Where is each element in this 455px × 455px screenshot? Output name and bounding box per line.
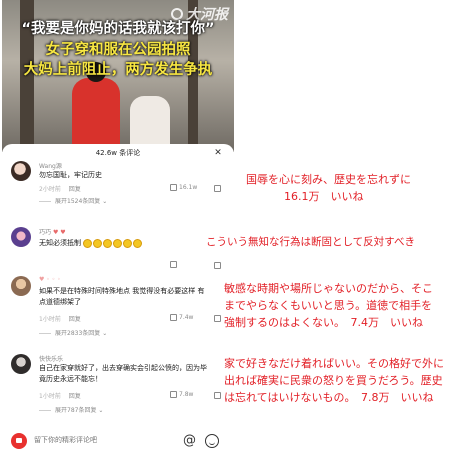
translation-2-line1: こういう無知な行為は断固として反対すべき [206, 236, 415, 248]
emoji-icon[interactable] [205, 434, 219, 448]
camera-icon[interactable] [11, 433, 27, 449]
thumbs-down-icon[interactable] [214, 185, 221, 192]
thumbs-up-icon [170, 391, 177, 398]
watermark-logo-icon [171, 8, 183, 20]
comment-meta: 1小时前 回复 [39, 391, 81, 400]
thumbs-down-icon[interactable] [214, 315, 221, 322]
translation-2: こういう無知な行為は断固として反対すべき [206, 234, 415, 251]
like-button[interactable]: 7.4w [170, 314, 193, 321]
like-count: 7.4w [179, 314, 194, 321]
avatar[interactable] [11, 354, 31, 374]
chevron-down-icon: ⌄ [102, 330, 108, 337]
chevron-down-icon: ⌄ [102, 198, 108, 205]
comment-time: 2小时前 [39, 186, 61, 193]
translation-3-line2: までやらなくもいいと思う。道徳で相手を [224, 299, 433, 312]
translation-1: 国辱を心に刻み、歴史を忘れずに 16.1万 いいね [246, 171, 411, 205]
thumbs-up-icon [170, 184, 177, 191]
avatar[interactable] [11, 227, 31, 247]
laughing-emoji-icons [83, 238, 143, 248]
translation-3: 敏感な時期や場所じゃないのだから、そこ までやらなくもいいと思う。道徳で相手を … [224, 280, 433, 331]
comment-username[interactable]: ♥ ◦ ◦ ◦ [39, 276, 61, 283]
comment-count-title: 42.6w 条评论 [95, 149, 141, 157]
expand-replies-label: 展开1524条回复 [55, 198, 101, 205]
expand-replies-label: 展开2833条回复 [55, 330, 101, 337]
chevron-down-icon: ⌄ [98, 407, 104, 414]
video-headline-1: 女子穿和服在公园拍照 [45, 42, 191, 58]
comment-time: 1小时前 [39, 316, 61, 323]
like-count: 7.8w [179, 391, 194, 398]
translation-1-line1: 国辱を心に刻み、歴史を忘れずに [246, 173, 411, 186]
comment-input-bar: @ [2, 425, 234, 455]
thumbs-up-icon [170, 314, 177, 321]
avatar[interactable] [11, 276, 31, 296]
reply-button[interactable]: 回复 [69, 186, 81, 193]
translation-1-line2: 16.1万 いいね [284, 190, 364, 203]
reply-button[interactable]: 回复 [69, 393, 81, 400]
comment-username[interactable]: 快快乐乐 [39, 354, 63, 363]
translation-3-line1: 敏感な時期や場所じゃないのだから、そこ [224, 282, 433, 295]
comment-username[interactable]: Wang源 [39, 161, 62, 170]
translation-4: 家で好きなだけ着ればいい。その格好で外に 出れば確実に民衆の怒りを買うだろう。歴… [224, 355, 444, 406]
video-quote-caption: “我要是你妈的话我就该打你” [21, 21, 215, 37]
comment-text: 无知必须抵制 [39, 238, 209, 249]
thumbs-down-icon[interactable] [214, 262, 221, 269]
comment-sheet: 42.6w 条评论 ✕ Wang源 勿忘国耻，牢记历史 2小时前 回复 16.1… [2, 144, 234, 455]
translation-3-line3: 強制するのはよくない。 7.4万 いいね [224, 316, 423, 329]
video-headline-2: 大妈上前阻止，两方发生争执 [23, 62, 213, 78]
translation-4-line1: 家で好きなだけ着ればいい。その格好で外に [224, 357, 444, 370]
translation-4-line3: は忘れてはいけないもの。 7.8万 いいね [224, 391, 434, 404]
thumbs-up-icon [170, 261, 177, 268]
expand-replies-button[interactable]: 展开1524条回复 ⌄ [39, 196, 107, 205]
comment-username[interactable]: 巧巧 ♥ ♥ [39, 227, 66, 236]
comment-input[interactable] [34, 433, 174, 449]
translation-4-line2: 出れば確実に民衆の怒りを買うだろう。歴史 [224, 374, 443, 387]
comment-text: 自己在家穿就好了，出去穿确实会引起公愤的，因为毕竟历史永远不能忘！ [39, 364, 207, 383]
like-button[interactable]: 16.1w [170, 184, 197, 191]
expand-replies-button[interactable]: 展开2833条回复 ⌄ [39, 328, 107, 337]
mention-icon[interactable]: @ [183, 433, 196, 449]
comment-meta: 1小时前 回复 [39, 314, 81, 323]
expand-replies-button[interactable]: 展开787条回复 ⌄ [39, 405, 103, 414]
close-icon[interactable]: ✕ [212, 147, 224, 159]
expand-replies-label: 展开787条回复 [55, 407, 97, 414]
comment-time: 1小时前 [39, 393, 61, 400]
like-button[interactable]: 7.8w [170, 391, 193, 398]
like-button[interactable] [170, 261, 177, 268]
reply-button[interactable]: 回复 [69, 316, 81, 323]
woman-in-kimono-figure [72, 62, 120, 152]
thumbs-down-icon[interactable] [214, 392, 221, 399]
comment-text: 如果不是在特殊时间特殊地点 我觉得没有必要这样 有点道德绑架了 [39, 287, 205, 306]
comment-meta: 2小时前 回复 [39, 184, 81, 193]
avatar[interactable] [11, 161, 31, 181]
video-frame[interactable]: 大河报 “我要是你妈的话我就该打你” 女子穿和服在公园拍照 大妈上前阻止，两方发… [2, 0, 234, 152]
comment-text: 勿忘国耻，牢记历史 [39, 171, 102, 179]
like-count: 16.1w [179, 184, 198, 191]
